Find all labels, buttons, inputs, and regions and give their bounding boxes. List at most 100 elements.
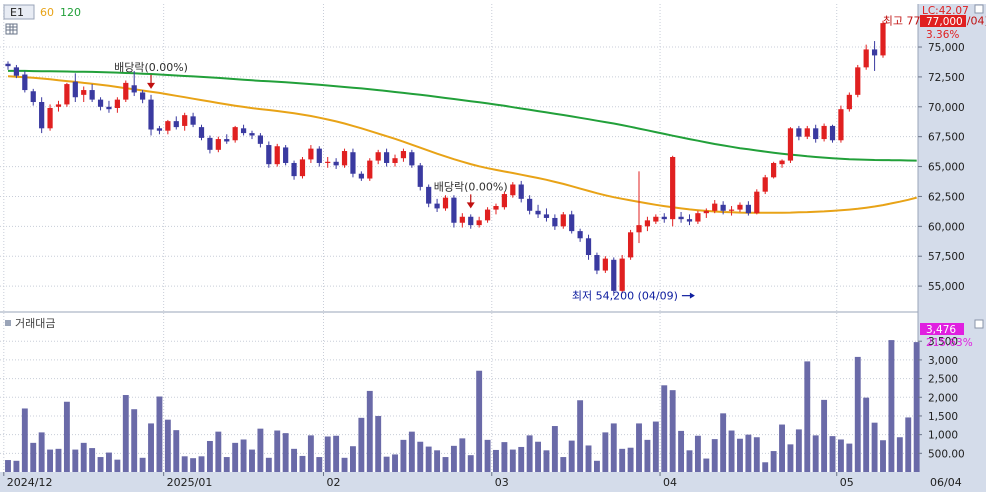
series-tag: E1 bbox=[10, 6, 24, 19]
candle bbox=[501, 191, 508, 210]
price-scale-handle[interactable] bbox=[974, 4, 984, 14]
volume-bar bbox=[358, 417, 365, 472]
volume-bar bbox=[223, 457, 230, 472]
candle bbox=[762, 174, 768, 195]
candle bbox=[451, 195, 457, 228]
candle bbox=[232, 125, 238, 143]
volume-bar bbox=[518, 446, 525, 472]
volume-bar bbox=[190, 458, 197, 472]
volume-bar bbox=[652, 421, 659, 472]
volume-bar bbox=[821, 399, 828, 472]
candle-body bbox=[240, 128, 247, 134]
candle-body bbox=[89, 90, 95, 100]
candle bbox=[602, 256, 608, 273]
ma120-legend: 120 bbox=[60, 6, 81, 19]
candle-body bbox=[291, 162, 297, 177]
table-icon[interactable] bbox=[5, 23, 18, 35]
candle-body bbox=[5, 63, 11, 67]
candle-body bbox=[114, 99, 120, 108]
candle-body bbox=[871, 49, 878, 56]
x-tick-label: 2025/01 bbox=[167, 476, 213, 489]
candle-body bbox=[653, 216, 659, 222]
candle-body bbox=[417, 165, 423, 187]
volume-bar bbox=[375, 415, 382, 472]
candle-body bbox=[476, 220, 482, 226]
volume-bar bbox=[509, 449, 516, 472]
volume-bar bbox=[535, 441, 541, 472]
candle-body bbox=[367, 160, 373, 179]
candle-body bbox=[569, 214, 575, 232]
candle-body bbox=[325, 161, 331, 163]
volume-bar bbox=[720, 413, 727, 472]
candle bbox=[846, 92, 852, 112]
candle-body bbox=[644, 220, 651, 227]
volume-bar bbox=[215, 431, 222, 472]
candle-body bbox=[215, 139, 221, 150]
volume-bar bbox=[383, 456, 390, 472]
volume-bar bbox=[55, 448, 62, 472]
candle-body bbox=[737, 204, 743, 210]
candle-body bbox=[468, 216, 474, 226]
candle bbox=[148, 94, 154, 136]
volume-bar bbox=[577, 400, 584, 472]
volume-bar bbox=[678, 430, 685, 472]
candle-body bbox=[224, 139, 230, 142]
candle-body bbox=[619, 258, 625, 291]
volume-bar bbox=[888, 340, 895, 472]
candle-body bbox=[484, 209, 491, 221]
candle-body bbox=[838, 109, 844, 141]
candle-body bbox=[30, 91, 36, 103]
candle bbox=[283, 145, 289, 166]
candle-body bbox=[863, 49, 869, 68]
x-tick-label: 03 bbox=[495, 476, 509, 489]
candle-body bbox=[274, 146, 280, 165]
candle-body bbox=[173, 121, 179, 128]
candle-body bbox=[745, 204, 751, 214]
candle-body bbox=[678, 216, 684, 220]
candle-body bbox=[47, 107, 53, 129]
price-tick-label: 60,000 bbox=[928, 221, 965, 233]
candle-body bbox=[55, 104, 62, 107]
volume-scale-handle[interactable] bbox=[974, 319, 984, 329]
candle-body bbox=[123, 82, 129, 100]
candle-body bbox=[670, 157, 676, 220]
volume-bar bbox=[442, 457, 449, 472]
volume-bar bbox=[913, 342, 920, 472]
candle-body bbox=[661, 216, 667, 220]
candle bbox=[838, 105, 844, 143]
volume-bar bbox=[291, 448, 298, 472]
candle-body bbox=[518, 184, 524, 199]
volume-bar bbox=[795, 429, 802, 472]
volume-bar bbox=[644, 439, 651, 472]
candle-body bbox=[350, 152, 356, 174]
candle-body bbox=[493, 206, 499, 210]
candle-body bbox=[39, 102, 45, 129]
volume-bar bbox=[89, 448, 96, 472]
candle-body bbox=[81, 90, 87, 95]
volume-bar bbox=[156, 396, 163, 472]
candle-body bbox=[762, 177, 768, 192]
volume-bar bbox=[274, 430, 281, 472]
volume-bar bbox=[265, 457, 272, 472]
volume-bar bbox=[425, 446, 432, 472]
volume-bar bbox=[476, 370, 483, 472]
x-tick-label: 02 bbox=[327, 476, 341, 489]
volume-bar bbox=[257, 428, 264, 472]
candle-body bbox=[686, 219, 693, 222]
candle-body bbox=[400, 151, 407, 159]
candle-body bbox=[106, 106, 112, 110]
volume-bar bbox=[787, 444, 794, 472]
volume-bar bbox=[282, 433, 289, 472]
candle bbox=[829, 124, 836, 143]
price-tick-label: 70,000 bbox=[928, 102, 965, 114]
volume-bar bbox=[206, 440, 213, 472]
volume-bar bbox=[30, 442, 37, 472]
volume-bar bbox=[408, 431, 415, 472]
last-volume-change: 215.63% bbox=[926, 337, 973, 349]
volume-tick-label: 1,000 bbox=[928, 430, 958, 442]
price-tick-label: 75,000 bbox=[928, 42, 965, 54]
last-date: 06/04 bbox=[930, 476, 962, 489]
volume-bar bbox=[13, 460, 20, 472]
volume-pane-title: 거래대금 bbox=[15, 317, 55, 330]
volume-bar bbox=[880, 440, 886, 472]
